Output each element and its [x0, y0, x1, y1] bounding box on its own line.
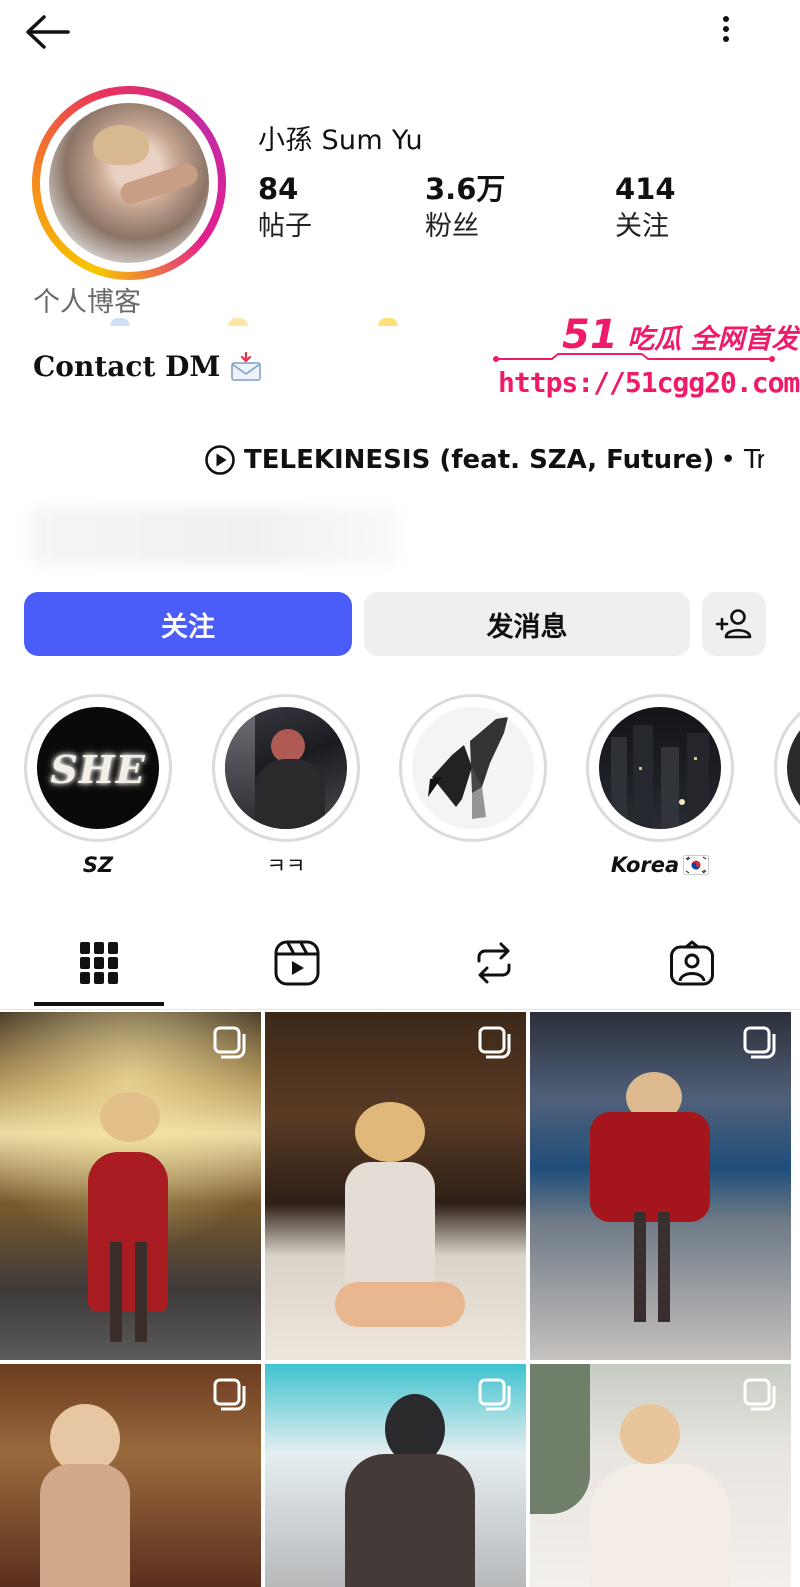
highlight-cover [787, 707, 800, 829]
highlight-sz[interactable]: SHE SZ [24, 694, 172, 880]
followers-count[interactable]: 3.6万 粉丝 [425, 170, 505, 246]
watermark-url: https://51cgg20.com [498, 366, 800, 399]
active-tab-indicator [34, 1002, 164, 1006]
post-thumbnail[interactable] [530, 1364, 791, 1587]
music-suffix: • Tr... [720, 445, 764, 475]
reposts-icon [477, 942, 511, 984]
watermark: 51 吃瓜 全网首发 https://51cgg20.com [492, 312, 800, 412]
posts-count-value: 84 [258, 172, 299, 206]
multi-photo-icon [743, 1378, 776, 1411]
highlight-caption: SZ [82, 853, 114, 877]
tab-posts[interactable] [34, 918, 164, 1008]
add-user-button[interactable] [702, 592, 766, 656]
highlight-cover: SHE [37, 707, 159, 829]
highlight-kk[interactable]: ㅋㅋ [212, 694, 360, 880]
avatar-photo [49, 103, 209, 263]
highlight-heels[interactable] [399, 694, 547, 880]
arrow-left-icon [26, 15, 70, 49]
follow-button[interactable]: 关注 [24, 592, 352, 656]
post-thumbnail[interactable] [265, 1012, 526, 1360]
posts-count-label: 帖子 [258, 211, 312, 242]
bio-contact-text: Contact DM [33, 350, 221, 383]
reels-icon [274, 940, 320, 986]
post-thumbnail[interactable] [0, 1012, 261, 1360]
post-thumbnail[interactable] [0, 1364, 261, 1587]
highlight-caption: Korea [610, 853, 680, 877]
multi-photo-icon [743, 1026, 776, 1059]
circuit-lines-icon [493, 353, 775, 362]
multi-photo-icon [213, 1026, 246, 1059]
message-button[interactable]: 发消息 [364, 592, 690, 656]
back-button[interactable] [22, 12, 74, 52]
highlight-cover [412, 707, 534, 829]
add-user-icon [715, 609, 752, 639]
highlight-caption: ㅋㅋ [266, 854, 306, 878]
envelope-icon [230, 351, 262, 382]
play-circle-icon [205, 445, 235, 475]
highlight-cover [599, 707, 721, 829]
tab-reels[interactable] [232, 918, 362, 1008]
korea-flag-icon [683, 855, 710, 875]
followers-count-value: 3.6万 [425, 172, 506, 206]
multi-photo-icon [213, 1378, 246, 1411]
more-options-icon[interactable] [714, 12, 738, 52]
obscured-bio-line [110, 318, 430, 326]
music-title: TELEKINESIS (feat. SZA, Future) [244, 445, 715, 475]
following-count-label: 关注 [615, 211, 669, 242]
avatar[interactable] [32, 86, 226, 280]
following-count[interactable]: 414 关注 [615, 170, 676, 246]
post-thumbnail[interactable] [530, 1012, 791, 1360]
music-link[interactable]: TELEKINESIS (feat. SZA, Future) • Tr... [204, 444, 764, 476]
grid-icon [80, 942, 118, 984]
watermark-text: 吃瓜 全网首发 [627, 324, 799, 355]
highlight-korea[interactable]: Korea [586, 694, 734, 880]
followers-count-label: 粉丝 [425, 211, 479, 242]
highlight-cover-text: SHE [50, 747, 146, 792]
highlight-partial[interactable] [774, 694, 800, 842]
tagged-icon [670, 940, 714, 986]
bio-contact: Contact DM [33, 350, 262, 383]
multi-photo-icon [478, 1026, 511, 1059]
obscured-bio-text [30, 508, 400, 564]
profile-category: 个人博客 [33, 287, 141, 318]
tab-reposts[interactable] [429, 918, 559, 1008]
profile-tabs [0, 918, 800, 1010]
multi-photo-icon [478, 1378, 511, 1411]
following-count-value: 414 [615, 172, 676, 206]
profile-name: 小孫 Sum Yu [258, 125, 423, 156]
highlight-cover [225, 707, 347, 829]
posts-count[interactable]: 84 帖子 [258, 170, 312, 246]
tab-tagged[interactable] [627, 918, 757, 1008]
post-thumbnail[interactable] [265, 1364, 526, 1587]
